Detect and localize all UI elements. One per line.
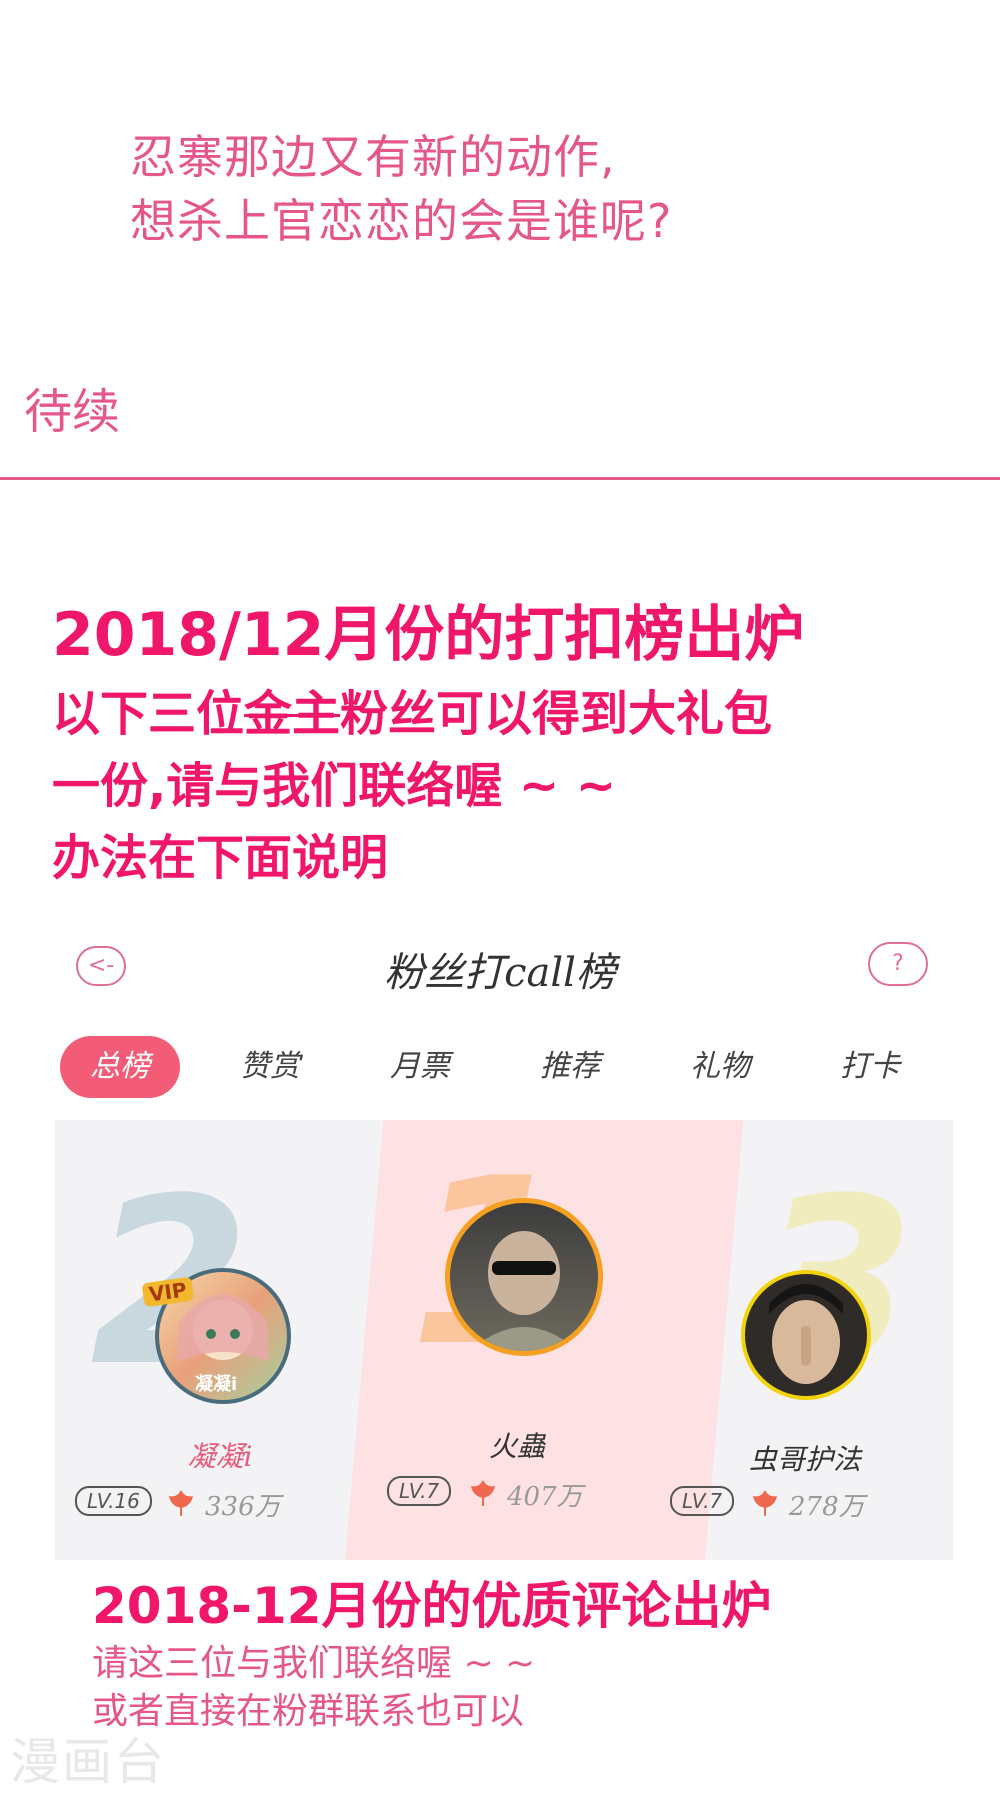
avatar[interactable] — [741, 1270, 871, 1400]
level-badge: LV.16 — [75, 1486, 152, 1516]
announcement-line: 办法在下面说明 — [52, 830, 389, 886]
fan-score: 278万 — [789, 1492, 865, 1522]
announcement-title: 2018/12月份的打扣榜出炉 — [52, 600, 805, 670]
tab-recommend[interactable]: 推荐 — [510, 1036, 630, 1098]
tab-monthly-ticket[interactable]: 月票 — [360, 1036, 480, 1098]
announcement-line: 一份,请与我们联络喔 ~ ~ — [52, 758, 617, 814]
announcement-text: 粉丝可以得到大礼包 — [340, 686, 773, 742]
flower-icon — [169, 1490, 193, 1516]
story-line: 忍寨那边又有新的动作, — [130, 130, 616, 184]
tab-tip[interactable]: 赞赏 — [210, 1036, 330, 1098]
help-button[interactable]: ? — [868, 942, 928, 986]
announcement-line: 以下三位金主粉丝可以得到大礼包 — [52, 678, 952, 750]
ranking-title: 粉丝打call榜 — [384, 950, 616, 996]
tab-total[interactable]: 总榜 — [60, 1036, 180, 1098]
fan-score: 407万 — [507, 1482, 583, 1512]
comments-line: 请这三位与我们联络喔 ~ ~ — [92, 1643, 536, 1684]
person-avatar-icon — [769, 1284, 843, 1384]
tab-gift[interactable]: 礼物 — [660, 1036, 780, 1098]
avatar[interactable] — [445, 1198, 603, 1356]
section-divider — [0, 477, 1000, 480]
flower-icon — [471, 1480, 495, 1506]
fan-score: 336万 — [205, 1492, 281, 1522]
fan-name[interactable]: 凝凝i — [110, 1435, 330, 1475]
person-avatar-icon — [470, 1231, 578, 1351]
struck-text: 金主 — [244, 686, 341, 742]
to-be-continued-label: 待续 — [24, 384, 121, 440]
comments-title: 2018-12月份的优质评论出炉 — [92, 1577, 772, 1635]
story-line: 想杀上官恋恋的会是谁呢? — [130, 194, 673, 248]
podium: 2 1 3 凝凝i VIP 凝凝i LV.16 336万 火蟲 LV.7 407… — [55, 1120, 953, 1560]
avatar-caption: 凝凝i — [195, 1374, 238, 1395]
story-caption: 忍寨那边又有新的动作, 想杀上官恋恋的会是谁呢? — [130, 125, 672, 253]
announcement-body: 以下三位金主粉丝可以得到大礼包 一份,请与我们联络喔 ~ ~ 办法在下面说明 — [52, 678, 952, 894]
flower-icon — [753, 1490, 777, 1516]
level-badge: LV.7 — [670, 1486, 735, 1516]
tab-checkin[interactable]: 打卡 — [810, 1036, 930, 1098]
ranking-tabs: 总榜 赞赏 月票 推荐 礼物 打卡 — [60, 1036, 950, 1098]
fan-name[interactable]: 虫哥护法 — [695, 1438, 915, 1478]
level-badge: LV.7 — [387, 1476, 452, 1506]
fan-name[interactable]: 火蟲 — [407, 1425, 627, 1465]
announcement-text: 以下三位 — [52, 686, 245, 742]
watermark-logo: 漫画台 — [10, 1733, 166, 1791]
